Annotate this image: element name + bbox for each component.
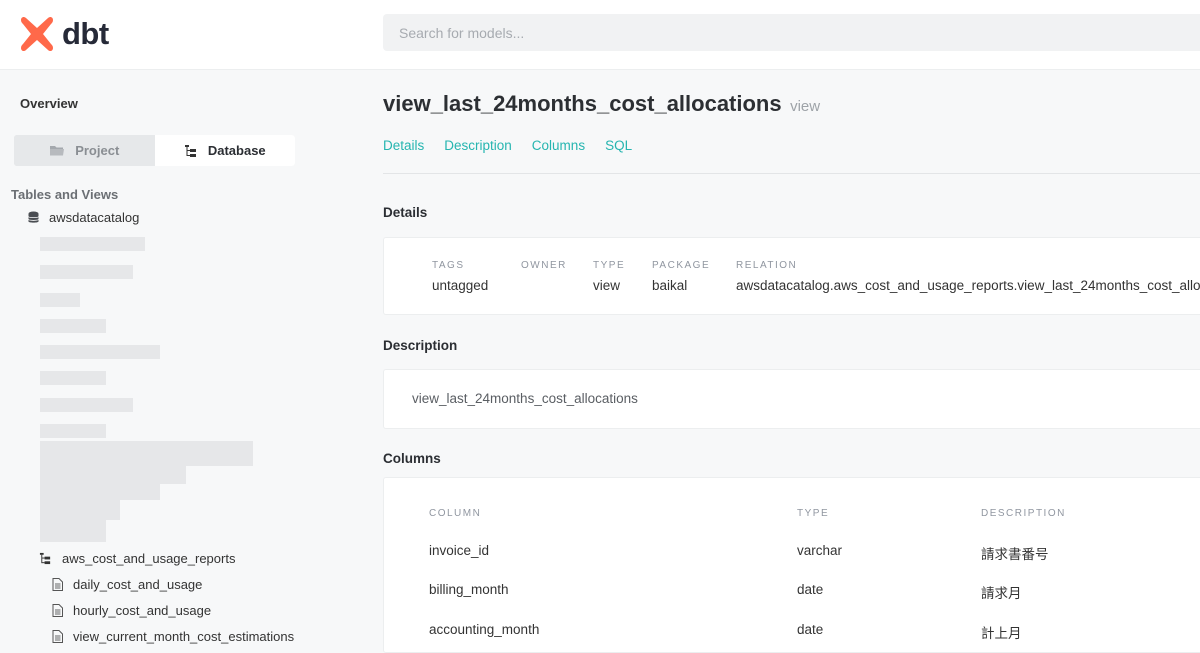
project-tab-label: Project	[75, 143, 120, 158]
column-type: date	[797, 582, 824, 597]
model-item-hourly-cost[interactable]: hourly_cost_and_usage	[52, 603, 211, 618]
divider	[383, 173, 1200, 174]
model-type-label: view	[790, 98, 821, 115]
main-content: view_last_24months_cost_allocations view…	[383, 71, 1200, 653]
tree-icon	[39, 552, 51, 565]
top-header: dbt	[0, 0, 1200, 70]
column-name: billing_month	[429, 582, 509, 597]
search-input[interactable]	[383, 14, 1200, 51]
file-icon	[52, 604, 63, 617]
database-icon	[28, 211, 39, 223]
file-icon	[52, 578, 63, 591]
description-heading: Description	[383, 338, 458, 353]
section-tabs: Details Description Columns SQL	[383, 138, 632, 153]
model-label: daily_cost_and_usage	[73, 577, 203, 592]
tables-and-views-heading: Tables and Views	[11, 187, 119, 202]
tab-sql[interactable]: SQL	[605, 138, 632, 153]
tab-description[interactable]: Description	[444, 138, 512, 153]
tags-label: TAGS	[432, 260, 465, 271]
folder-icon	[50, 146, 65, 156]
database-name: awsdatacatalog	[49, 210, 140, 225]
page-title: view_last_24months_cost_allocations	[383, 91, 782, 116]
dbt-logo-icon	[21, 16, 53, 52]
model-item-daily-cost[interactable]: daily_cost_and_usage	[52, 577, 202, 592]
column-header-description: DESCRIPTION	[981, 508, 1066, 519]
owner-label: OWNER	[521, 260, 567, 271]
model-item-current-month[interactable]: view_current_month_cost_estimations	[52, 629, 294, 644]
database-tab-label: Database	[207, 143, 266, 158]
column-type: varchar	[797, 543, 843, 558]
relation-value: awsdatacatalog.aws_cost_and_usage_report…	[736, 278, 1200, 293]
project-database-toggle: Project Database	[14, 135, 295, 166]
overview-link[interactable]: Overview	[20, 96, 78, 111]
tab-columns[interactable]: Columns	[532, 138, 585, 153]
dbt-logo[interactable]: dbt	[18, 15, 109, 53]
logo-text: dbt	[62, 16, 109, 51]
column-header-type: TYPE	[797, 508, 830, 519]
tree-icon	[184, 144, 196, 157]
column-description: 計上月	[981, 626, 1022, 641]
columns-heading: Columns	[383, 451, 441, 466]
file-icon	[52, 630, 63, 643]
database-tab[interactable]: Database	[154, 135, 295, 166]
column-header-column: COLUMN	[429, 508, 482, 519]
description-text: view_last_24months_cost_allocations	[412, 391, 638, 406]
model-label: hourly_cost_and_usage	[73, 603, 212, 618]
column-description: 請求書番号	[981, 547, 1049, 562]
sidebar: Overview Project Database Tables and Vie…	[0, 71, 360, 653]
tags-value: untagged	[432, 278, 489, 293]
package-value: baikal	[652, 278, 688, 293]
tab-details[interactable]: Details	[383, 138, 424, 153]
title-row: view_last_24months_cost_allocations view	[383, 91, 820, 117]
schema-name: aws_cost_and_usage_reports	[62, 551, 236, 566]
type-value: view	[593, 278, 621, 293]
schema-item[interactable]: aws_cost_and_usage_reports	[39, 551, 235, 566]
details-heading: Details	[383, 205, 428, 220]
relation-label: RELATION	[736, 260, 798, 271]
column-description: 請求月	[981, 586, 1022, 601]
type-label: TYPE	[593, 260, 626, 271]
package-label: PACKAGE	[652, 260, 711, 271]
project-tab[interactable]: Project	[14, 135, 155, 166]
column-type: date	[797, 622, 824, 637]
description-card: view_last_24months_cost_allocations	[383, 369, 1200, 429]
columns-card: COLUMN TYPE DESCRIPTION invoice_id varch…	[383, 477, 1200, 653]
column-name: accounting_month	[429, 622, 540, 637]
details-card: TAGS untagged OWNER TYPE view PACKAGE ba…	[383, 237, 1200, 315]
model-label: view_current_month_cost_estimations	[73, 629, 295, 644]
column-name: invoice_id	[429, 543, 490, 558]
database-item[interactable]: awsdatacatalog	[28, 210, 139, 225]
